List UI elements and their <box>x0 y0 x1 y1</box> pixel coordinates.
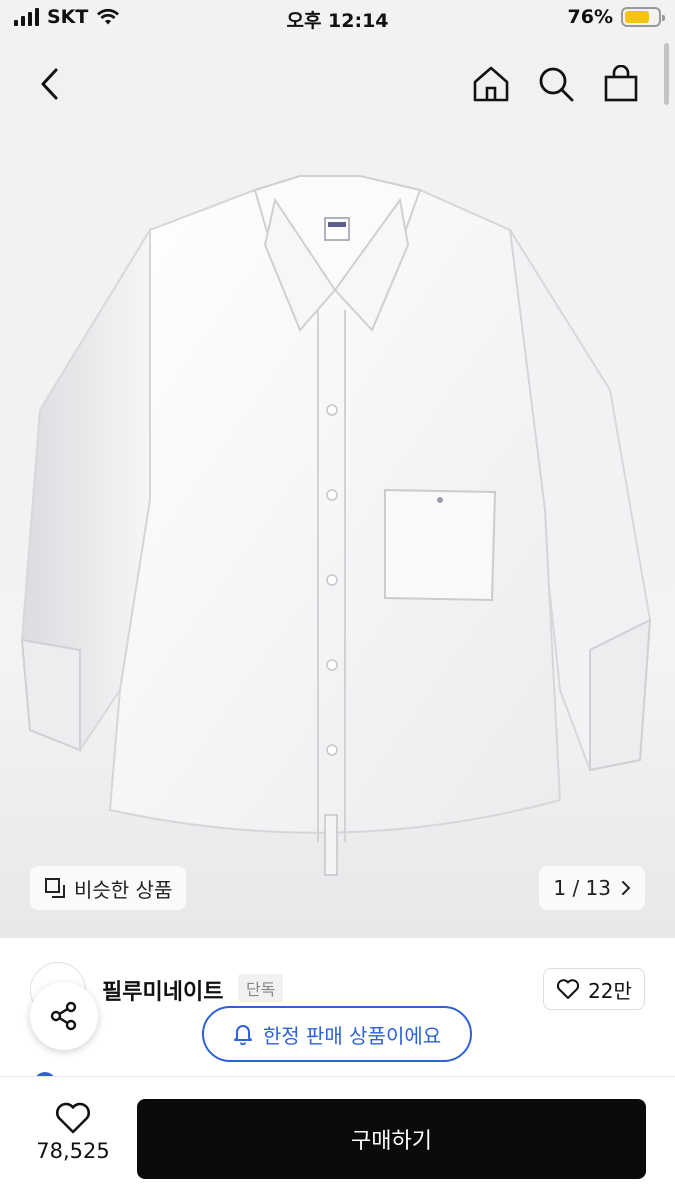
bell-icon <box>233 1025 252 1045</box>
limited-sale-notice[interactable]: 한정 판매 상품이에요 <box>202 1006 472 1062</box>
battery-percent: 76% <box>567 6 613 28</box>
status-right: 76% <box>567 6 665 28</box>
image-counter-button[interactable]: 1 / 13 <box>539 866 645 910</box>
cart-button[interactable] <box>599 62 643 106</box>
heart-icon <box>557 979 580 999</box>
home-icon <box>473 66 509 102</box>
home-button[interactable] <box>469 62 513 106</box>
exclusive-badge: 단독 <box>238 974 284 1002</box>
chevron-left-icon <box>41 68 58 100</box>
similar-products-label: 비슷한 상품 <box>74 877 173 902</box>
battery-icon <box>621 7 665 27</box>
share-icon <box>50 1001 77 1031</box>
shopping-bag-icon <box>604 65 638 102</box>
like-button[interactable]: 22만 <box>543 968 645 1010</box>
limited-sale-label: 한정 판매 상품이에요 <box>262 1023 442 1048</box>
similar-items-icon <box>45 878 65 898</box>
search-button[interactable] <box>534 62 578 106</box>
scroll-indicator <box>664 43 669 105</box>
similar-products-button[interactable]: 비슷한 상품 <box>30 866 187 910</box>
white-shirt-image <box>20 175 652 876</box>
share-button[interactable] <box>30 982 98 1050</box>
back-button[interactable] <box>28 62 72 106</box>
heart-icon <box>56 1102 90 1134</box>
bottom-action-bar: 78,525 구매하기 <box>0 1076 675 1200</box>
seller-name[interactable]: 필루미네이트 <box>102 974 223 1006</box>
like-count: 22만 <box>588 978 632 1003</box>
seller-section: 필루미네이트 단독 22만 한정 판매 상품이에요 <box>0 938 675 1094</box>
search-icon <box>539 67 574 102</box>
image-counter: 1 / 13 <box>553 876 611 900</box>
product-image-area[interactable]: 비슷한 상품 1 / 13 <box>0 40 675 938</box>
wishlist-button[interactable]: 78,525 <box>28 1101 118 1163</box>
chevron-right-icon <box>622 881 631 895</box>
wishlist-count: 78,525 <box>36 1139 110 1163</box>
buy-button[interactable]: 구매하기 <box>137 1099 646 1179</box>
battery-fill <box>625 11 650 23</box>
status-bar: SKT 오후 12:14 76% <box>0 0 675 40</box>
